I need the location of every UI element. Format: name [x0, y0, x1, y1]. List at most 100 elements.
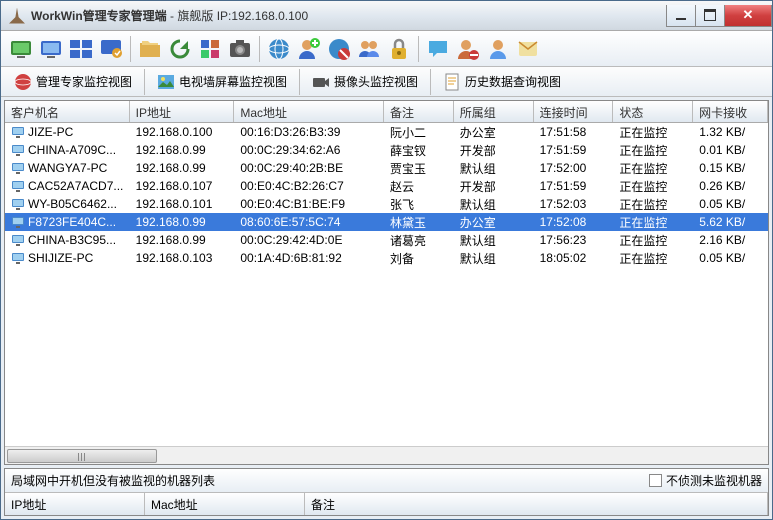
web-block-icon[interactable] [325, 35, 353, 63]
col-client-name[interactable]: 客户机名 [5, 101, 130, 122]
cell-mac: 00:16:D3:26:B3:39 [234, 124, 384, 140]
col-mac[interactable]: Mac地址 [234, 101, 384, 122]
col-group[interactable]: 所属组 [454, 101, 534, 122]
bcol-note[interactable]: 备注 [305, 493, 768, 515]
cell-time: 17:52:03 [534, 196, 614, 212]
lock-icon[interactable] [385, 35, 413, 63]
grid-header: 客户机名 IP地址 Mac地址 备注 所属组 连接时间 状态 网卡接收 [5, 101, 768, 123]
pc-icon [11, 198, 25, 210]
cell-status: 正在监控 [613, 195, 693, 214]
col-time[interactable]: 连接时间 [534, 101, 614, 122]
globe-icon[interactable] [265, 35, 293, 63]
image-icon [157, 73, 175, 91]
cell-ip: 192.168.0.99 [130, 214, 235, 230]
screenshot-icon[interactable] [226, 35, 254, 63]
cell-ip: 192.168.0.103 [130, 250, 235, 266]
monitor-all-icon[interactable] [7, 35, 35, 63]
table-row[interactable]: CAC52A7ACD7...192.168.0.10700:E0:4C:B2:2… [5, 177, 768, 195]
user-block-icon[interactable] [454, 35, 482, 63]
maximize-button[interactable] [695, 5, 725, 27]
cell-nic: 0.15 KB/ [693, 160, 768, 176]
cell-group: 默认组 [454, 159, 534, 178]
add-user-icon[interactable] [295, 35, 323, 63]
cell-mac: 00:E0:4C:B1:BE:F9 [234, 196, 384, 212]
pc-icon [11, 252, 25, 264]
notify-icon[interactable] [514, 35, 542, 63]
client-grid: 客户机名 IP地址 Mac地址 备注 所属组 连接时间 状态 网卡接收 JIZE… [4, 100, 769, 465]
cell-status: 正在监控 [613, 177, 693, 196]
screen-icon[interactable] [37, 35, 65, 63]
checkbox-label: 不侦测未监视机器 [666, 472, 762, 489]
camera-icon [312, 73, 330, 91]
no-detect-checkbox[interactable]: 不侦测未监视机器 [649, 472, 762, 489]
table-row[interactable]: CHINA-A709C...192.168.0.9900:0C:29:34:62… [5, 141, 768, 159]
cell-mac: 00:E0:4C:B2:26:C7 [234, 178, 384, 194]
bulk-icon[interactable] [196, 35, 224, 63]
main-toolbar [1, 31, 772, 67]
table-row[interactable]: SHIJIZE-PC192.168.0.10300:1A:4D:6B:81:92… [5, 249, 768, 267]
pc-icon [11, 216, 25, 228]
cell-group: 默认组 [454, 231, 534, 250]
cell-status: 正在监控 [613, 231, 693, 250]
cell-note: 张飞 [384, 195, 454, 214]
cell-note: 贾宝玉 [384, 159, 454, 178]
pc-icon [11, 162, 25, 174]
minimize-button[interactable] [666, 5, 696, 27]
folders-icon[interactable] [136, 35, 164, 63]
cell-nic: 5.62 KB/ [693, 214, 768, 230]
close-button[interactable] [724, 5, 772, 27]
col-nic[interactable]: 网卡接收 [693, 101, 768, 122]
cell-status: 正在监控 [613, 249, 693, 268]
cell-name: CHINA-A709C... [5, 142, 130, 158]
chat-icon[interactable] [424, 35, 452, 63]
cell-time: 17:52:08 [534, 214, 614, 230]
table-row[interactable]: WY-B05C6462...192.168.0.10100:E0:4C:B1:B… [5, 195, 768, 213]
user-group-icon[interactable] [355, 35, 383, 63]
titlebar-text: WorkWin管理专家管理端 - 旗舰版 IP:192.168.0.100 [31, 7, 667, 24]
cell-time: 18:05:02 [534, 250, 614, 266]
table-row[interactable]: CHINA-B3C95...192.168.0.9900:0C:29:42:4D… [5, 231, 768, 249]
user-info-icon[interactable] [484, 35, 512, 63]
content-area: 客户机名 IP地址 Mac地址 备注 所属组 连接时间 状态 网卡接收 JIZE… [1, 97, 772, 519]
monitor-list-icon[interactable] [97, 35, 125, 63]
cell-ip: 192.168.0.100 [130, 124, 235, 140]
col-ip[interactable]: IP地址 [130, 101, 235, 122]
table-row[interactable]: JIZE-PC192.168.0.10000:16:D3:26:B3:39阮小二… [5, 123, 768, 141]
pc-icon [11, 126, 25, 138]
table-row[interactable]: F8723FE404C...192.168.0.9908:60:6E:57:5C… [5, 213, 768, 231]
bcol-mac[interactable]: Mac地址 [145, 493, 305, 515]
cell-nic: 0.05 KB/ [693, 250, 768, 266]
cell-nic: 0.01 KB/ [693, 142, 768, 158]
col-note[interactable]: 备注 [384, 101, 454, 122]
multi-monitor-icon[interactable] [67, 35, 95, 63]
cell-group: 开发部 [454, 141, 534, 160]
cell-status: 正在监控 [613, 123, 693, 142]
cell-mac: 08:60:6E:57:5C:74 [234, 214, 384, 230]
cell-name: F8723FE404C... [5, 214, 130, 230]
pc-icon [11, 234, 25, 246]
cell-status: 正在监控 [613, 213, 693, 232]
pc-icon [11, 144, 25, 156]
bcol-ip[interactable]: IP地址 [5, 493, 145, 515]
tab-history-query[interactable]: 历史数据查询视图 [436, 69, 568, 95]
tab-expert-monitor[interactable]: 管理专家监控视图 [7, 69, 139, 95]
horizontal-scrollbar[interactable] [5, 446, 768, 464]
refresh-icon[interactable] [166, 35, 194, 63]
unmonitored-title: 局域网中开机但没有被监视的机器列表 [11, 472, 649, 489]
tab-label: 管理专家监控视图 [36, 73, 132, 90]
titlebar[interactable]: WorkWin管理专家管理端 - 旗舰版 IP:192.168.0.100 [1, 1, 772, 31]
col-status[interactable]: 状态 [613, 101, 693, 122]
cell-nic: 2.16 KB/ [693, 232, 768, 248]
unmonitored-header: 局域网中开机但没有被监视的机器列表 不侦测未监视机器 [5, 469, 768, 493]
cell-mac: 00:0C:29:42:4D:0E [234, 232, 384, 248]
scrollbar-thumb[interactable] [7, 449, 157, 463]
cell-status: 正在监控 [613, 159, 693, 178]
grid-body[interactable]: JIZE-PC192.168.0.10000:16:D3:26:B3:39阮小二… [5, 123, 768, 446]
cell-nic: 0.05 KB/ [693, 196, 768, 212]
tab-label: 历史数据查询视图 [465, 73, 561, 90]
tab-label: 电视墙屏幕监控视图 [179, 73, 287, 90]
tab-tvwall-monitor[interactable]: 电视墙屏幕监控视图 [150, 69, 294, 95]
table-row[interactable]: WANGYA7-PC192.168.0.9900:0C:29:40:2B:BE贾… [5, 159, 768, 177]
cell-time: 17:51:59 [534, 178, 614, 194]
tab-camera-monitor[interactable]: 摄像头监控视图 [305, 69, 425, 95]
